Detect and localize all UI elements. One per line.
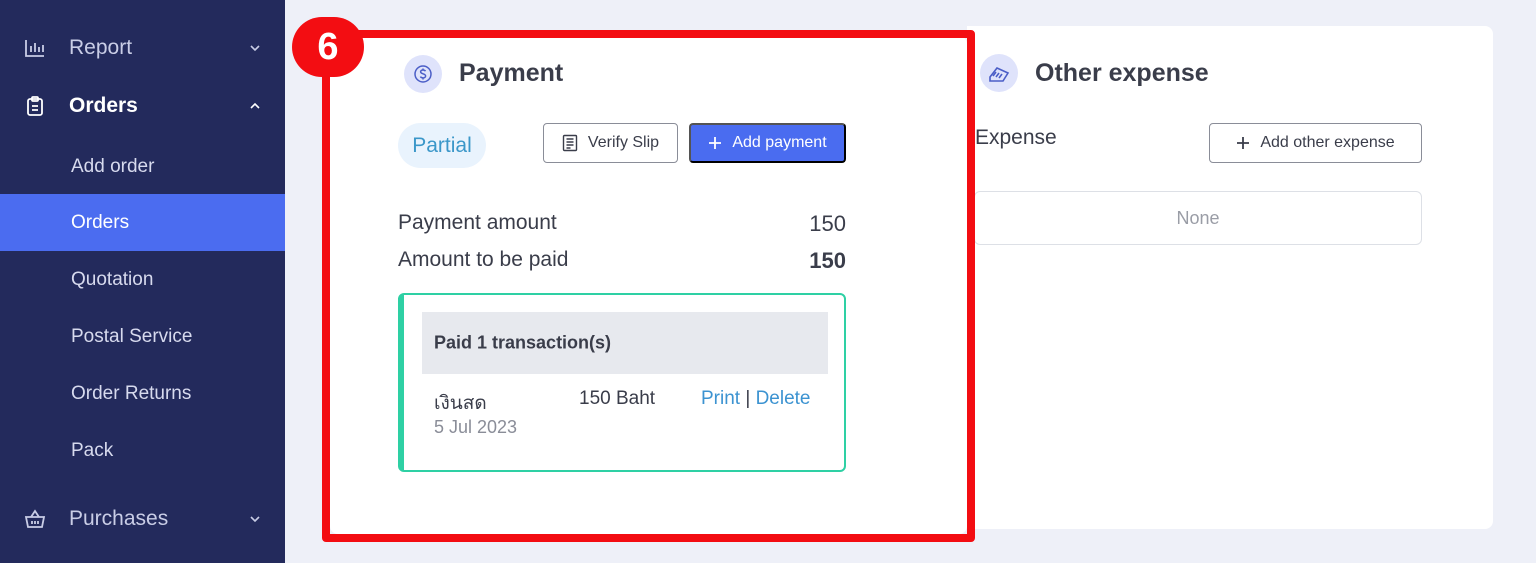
basket-icon [24, 508, 46, 530]
sidebar-group-label: Report [69, 36, 133, 59]
sidebar: Report Orders Add order Orders Quotation… [0, 0, 285, 563]
chevron-up-icon [249, 100, 261, 112]
clipboard-icon [24, 95, 46, 117]
add-other-expense-button[interactable]: Add other expense [1209, 123, 1422, 163]
sidebar-group-orders[interactable]: Orders [0, 78, 285, 134]
chevron-down-icon [249, 513, 261, 525]
chevron-down-icon [249, 42, 261, 54]
sidebar-item-add-order[interactable]: Add order [0, 138, 285, 195]
sidebar-item-label: Pack [71, 439, 114, 461]
sidebar-group-report[interactable]: Report [0, 20, 285, 76]
sidebar-item-label: Orders [71, 211, 130, 233]
sidebar-group-purchases[interactable]: Purchases [0, 491, 285, 547]
sidebar-item-label: Postal Service [71, 325, 193, 347]
expense-label: Expense [975, 126, 1057, 149]
sidebar-item-label: Add order [71, 155, 155, 177]
expense-empty-state: None [974, 191, 1422, 245]
receipt-icon [980, 54, 1018, 92]
sidebar-item-label: Order Returns [71, 382, 192, 404]
sidebar-item-quotation[interactable]: Quotation [0, 251, 285, 308]
bar-chart-icon [24, 37, 46, 59]
highlight-frame [322, 30, 975, 542]
add-other-expense-label: Add other expense [1260, 134, 1395, 151]
sidebar-item-postal-service[interactable]: Postal Service [0, 308, 285, 365]
step-number-badge: 6 [292, 17, 364, 77]
plus-icon [1236, 136, 1250, 150]
sidebar-group-label: Purchases [69, 507, 169, 530]
other-expense-title: Other expense [1035, 59, 1209, 87]
sidebar-item-orders[interactable]: Orders [0, 194, 285, 251]
sidebar-item-label: Quotation [71, 268, 154, 290]
other-expense-card [967, 26, 1493, 529]
sidebar-group-label: Orders [69, 94, 138, 117]
sidebar-item-pack[interactable]: Pack [0, 422, 285, 479]
sidebar-item-order-returns[interactable]: Order Returns [0, 365, 285, 422]
